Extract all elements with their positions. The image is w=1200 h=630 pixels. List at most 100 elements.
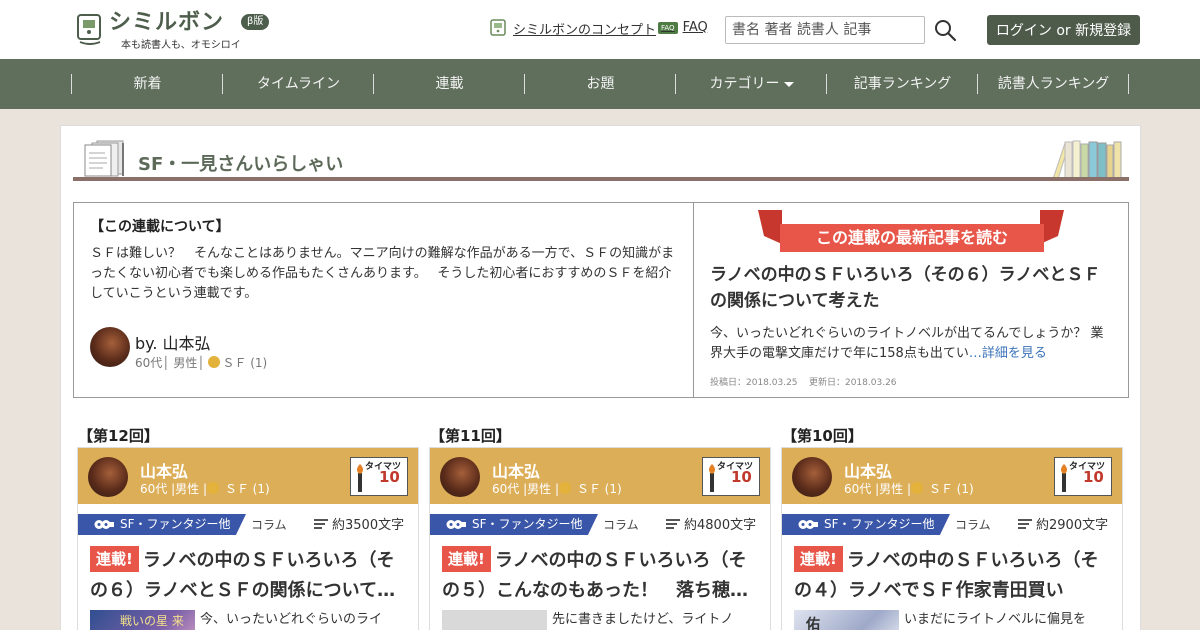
books-icon (1052, 140, 1122, 179)
char-count: 約2900文字 (1018, 514, 1108, 533)
book-logo-icon (77, 14, 101, 45)
nav-item-category[interactable]: カテゴリー (676, 74, 827, 94)
episode-card[interactable]: 山本弘 60代 |男性 | ＳＦ (1) タイマツ 10 SF・ファンタジー他 … (77, 447, 419, 630)
card-author-genre: ＳＦ (1) (224, 482, 270, 496)
torch-level: 10 (379, 468, 400, 486)
about-heading: 【この連載について】 (90, 219, 230, 235)
torch-level: 10 (731, 468, 752, 486)
latest-article-dates: 投稿日：2018.03.25 更新日：2018.03.26 (710, 375, 897, 388)
card-title[interactable]: 連載! ラノベの中のＳＦいろいろ（その６）ラノベとＳＦの関係について… (90, 546, 408, 606)
latest-article-box: この連載の最新記事を読む ラノベの中のＳＦいろいろ（その６）ラノベとＳＦの関係に… (693, 202, 1129, 398)
book-thumbnail[interactable]: 戦いの星 来 (90, 610, 195, 630)
updated-date: 更新日：2018.03.26 (808, 378, 897, 388)
episode-card[interactable]: 山本弘 60代 |男性 | ＳＦ (1) タイマツ 10 SF・ファンタジー他 … (429, 447, 771, 630)
card-author-gender: 男性 (527, 482, 552, 496)
char-count: 約4800文字 (666, 514, 756, 533)
avatar[interactable] (792, 457, 832, 497)
main-nav: 新着 タイムライン 連載 お題 カテゴリー 記事ランキング 読書人ランキング (0, 59, 1200, 109)
chevron-down-icon (783, 81, 794, 87)
nav-divider (1128, 74, 1129, 94)
category-label: SF・ファンタジー他 (472, 517, 583, 531)
login-register-button[interactable]: ログイン or 新規登録 (987, 15, 1140, 45)
episode-card[interactable]: 山本弘 60代 |男性 | ＳＦ (1) タイマツ 10 SF・ファンタジー他 … (781, 447, 1123, 630)
series-badge: 連載! (794, 546, 843, 572)
text-lines-icon (666, 518, 680, 529)
card-author-gender: 男性 (175, 482, 200, 496)
author-genre: ＳＦ (1) (222, 356, 268, 370)
document-stack-icon (84, 140, 124, 177)
film-reel-icon (94, 520, 114, 529)
faq-link-label: FAQ (682, 20, 708, 35)
book-thumbnail[interactable]: 佑 (794, 610, 899, 630)
avatar[interactable] (90, 327, 130, 367)
author-age: 60代 (135, 356, 163, 370)
card-author-name[interactable]: 山本弘 (140, 458, 188, 482)
nav-item-new[interactable]: 新着 (72, 74, 223, 94)
author-gender: 男性 (173, 356, 198, 370)
faq-link[interactable]: FAQ FAQ (658, 20, 708, 35)
book-thumbnail[interactable] (442, 610, 547, 630)
article-type: コラム (955, 518, 991, 532)
thumbnail-text: 佑 (806, 617, 820, 630)
nav-item-topics[interactable]: お題 (525, 74, 676, 94)
card-title[interactable]: 連載! ラノベの中のＳＦいろいろ（その５）こんなのもあった！ 落ち穂… (442, 546, 760, 606)
card-author-name[interactable]: 山本弘 (492, 458, 540, 482)
avatar[interactable] (440, 457, 480, 497)
category-label: SF・ファンタジー他 (824, 517, 935, 531)
medal-icon (208, 356, 221, 368)
category-tag[interactable]: SF・ファンタジー他 (78, 514, 246, 535)
card-header: 山本弘 60代 |男性 | ＳＦ (1) タイマツ 10 (430, 448, 770, 504)
torch-level-badge: タイマツ 10 (702, 457, 760, 496)
card-author-gender: 男性 (879, 482, 904, 496)
card-author-genre: ＳＦ (1) (928, 482, 974, 496)
article-type: コラム (251, 518, 287, 532)
card-author-age: 60代 (140, 482, 168, 496)
nav-item-reader-ranking[interactable]: 読書人ランキング (978, 74, 1129, 94)
nav-item-series[interactable]: 連載 (374, 74, 525, 94)
char-count-value: 約3500文字 (332, 518, 405, 533)
film-reel-icon (446, 520, 466, 529)
medal-icon (207, 482, 220, 494)
series-badge: 連載! (442, 546, 491, 572)
search-input[interactable] (725, 16, 925, 44)
card-title[interactable]: 連載! ラノベの中のＳＦいろいろ（その４）ラノベでＳＦ作家青田買い (794, 546, 1112, 606)
avatar[interactable] (88, 457, 128, 497)
latest-article-excerpt: 今、いったいどれぐらいのライトノベルが出てるんでしょうか？ 業界大手の電撃文庫だ… (710, 324, 1114, 364)
logo-name: シミルボン (109, 10, 225, 35)
nav-item-timeline[interactable]: タイムライン (223, 74, 374, 94)
card-author-name[interactable]: 山本弘 (844, 458, 892, 482)
article-type: コラム (603, 518, 639, 532)
series-title: SF・一見さんいらしゃい (138, 154, 344, 175)
site-logo[interactable]: シミルボン β版 本も読書人も、オモシロイ (76, 10, 276, 51)
logo-tagline: 本も読書人も、オモシロイ (121, 40, 241, 51)
category-tag[interactable]: SF・ファンタジー他 (782, 514, 950, 535)
episode-label: 【第10回】 (782, 427, 863, 445)
concept-link-label: シミルボンのコンセプト (513, 22, 657, 38)
category-tag[interactable]: SF・ファンタジー他 (430, 514, 598, 535)
category-label: SF・ファンタジー他 (120, 517, 231, 531)
char-count-value: 約2900文字 (1036, 518, 1109, 533)
card-author-age: 60代 (492, 482, 520, 496)
episode-label: 【第11回】 (430, 427, 511, 445)
nav-category-label: カテゴリー (709, 76, 780, 92)
nav-item-article-ranking[interactable]: 記事ランキング (827, 74, 978, 94)
site-header: シミルボン β版 本も読書人も、オモシロイ シミルボンのコンセプト FAQ FA… (0, 0, 1200, 59)
medal-icon (911, 482, 924, 494)
concept-link[interactable]: シミルボンのコンセプト (488, 18, 656, 38)
author-name[interactable]: by. 山本弘 (135, 330, 211, 354)
search-icon[interactable] (933, 18, 957, 42)
faq-icon: FAQ (658, 21, 678, 34)
torch-level-badge: タイマツ 10 (1054, 457, 1112, 496)
read-more-link[interactable]: …詳細を見る (969, 346, 1047, 361)
read-latest-button[interactable]: この連載の最新記事を読む (780, 224, 1044, 252)
series-badge: 連載! (90, 546, 139, 572)
card-excerpt: 先に書きましたけど、ライトノ (552, 612, 734, 627)
posted-date: 投稿日：2018.03.25 (710, 378, 798, 388)
char-count-value: 約4800文字 (684, 518, 757, 533)
concept-icon (490, 19, 506, 36)
card-excerpt: いまだにライトノベルに偏見を (904, 612, 1087, 627)
latest-article-title[interactable]: ラノベの中のＳＦいろいろ（その６）ラノベとＳＦの関係について考えた (710, 262, 1114, 314)
torch-level-badge: タイマツ 10 (350, 457, 408, 496)
title-divider (73, 177, 1129, 181)
char-count: 約3500文字 (314, 514, 404, 533)
